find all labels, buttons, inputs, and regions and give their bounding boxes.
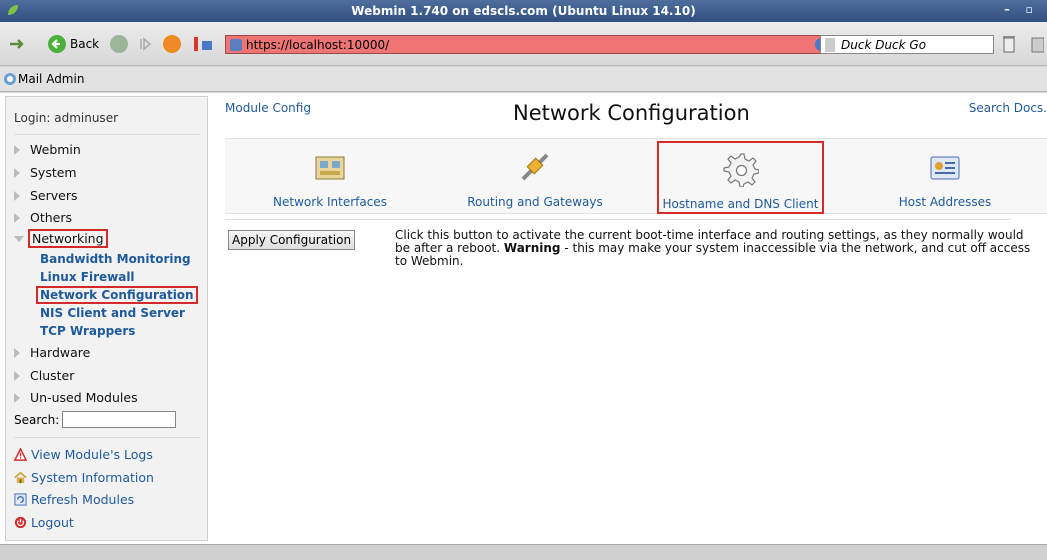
power-icon [14,516,27,529]
action-label: View Module's Logs [31,447,153,462]
sidebar-divider [14,437,200,438]
sidebar-category-unused-modules[interactable]: Un-used Modules [14,390,138,405]
apply-description: Click this button to activate the curren… [395,229,1035,268]
refresh-icon [14,493,27,506]
category-label: Networking [28,229,108,248]
sidebar-item-bandwidth-monitoring[interactable]: Bandwidth Monitoring [40,252,191,266]
search-engine-name: Duck Duck Go [841,37,927,52]
gear-icon [722,153,759,187]
action-label: Refresh Modules [31,492,135,507]
expand-arrow-icon [14,167,20,178]
login-user: Login: adminuser [14,111,119,125]
system-information-link[interactable]: System Information [14,470,154,485]
expand-arrow-icon [14,190,20,201]
module-config-link[interactable]: Module Config [225,101,311,115]
network-card-icon [315,156,345,180]
logout-link[interactable]: Logout [14,515,74,530]
sidebar-item-tcp-wrappers[interactable]: TCP Wrappers [40,324,135,338]
expand-arrow-icon [14,392,20,403]
category-label: Cluster [30,368,75,383]
sidebar-category-webmin[interactable]: Webmin [14,142,81,157]
arrow-right-icon[interactable] [8,34,28,54]
content-divider [225,219,1010,220]
back-label: Back [70,37,100,51]
window-titlebar: Webmin 1.740 on edscls.com (Ubuntu Linux… [0,0,1047,22]
tile-label: Hostname and DNS Client [662,197,819,211]
expand-arrow-icon [14,144,20,155]
expand-arrow-icon [14,370,20,381]
search-engine-icon [825,37,835,52]
bookmark-label: Mail Admin [18,72,85,86]
apply-configuration-button[interactable]: Apply Configuration [228,230,356,250]
forward-arrow-icon [110,35,128,53]
url-text: https://localhost:10000/ [246,37,390,52]
page-content: Login: adminuser Webmin System Servers O… [0,93,1047,544]
action-label: System Information [31,470,154,485]
site-identity-icon [230,38,242,51]
category-label: Un-used Modules [30,390,138,405]
search-docs-link[interactable]: Search Docs. [969,101,1047,115]
sidebar-divider [14,134,200,135]
tile-label: Network Interfaces [273,195,387,209]
sidebar-category-servers[interactable]: Servers [14,188,78,203]
address-card-icon [930,156,960,180]
webmin-sidebar: Login: adminuser Webmin System Servers O… [5,96,208,541]
sidebar-item-nis-client-server[interactable]: NIS Client and Server [40,306,185,320]
tile-network-interfaces[interactable]: Network Interfaces [265,139,395,215]
sidebar-search-input[interactable] [62,411,177,428]
trash-icon[interactable] [1002,34,1016,54]
reload-icon [163,35,181,53]
expand-arrow-icon [14,212,20,223]
browser-statusbar [0,544,1047,560]
bookmark-icon[interactable] [191,34,215,54]
tile-label: Host Addresses [898,195,992,209]
sidebar-category-system[interactable]: System [14,165,77,180]
tile-hostname-dns-client[interactable]: Hostname and DNS Client [657,141,824,214]
category-label: Webmin [30,142,81,157]
window-title: Webmin 1.740 on edscls.com (Ubuntu Linux… [351,4,696,18]
action-label: Logout [31,515,74,530]
refresh-modules-link[interactable]: Refresh Modules [14,492,134,507]
forward-button[interactable] [110,34,128,54]
sidebar-item-linux-firewall[interactable]: Linux Firewall [40,270,135,284]
stop-icon[interactable] [138,34,152,54]
module-icon-panel: Network Interfaces Routing and Gateways … [225,138,1047,214]
category-label: Others [30,210,73,225]
bookmark-mail-admin[interactable]: Mail Admin [3,72,84,86]
window-controls[interactable]: – ▫ [1004,3,1039,16]
browser-toolbar: Back https://localhost:10000/ i Duck Duc… [0,22,1047,66]
page-title: Network Configuration [513,101,750,125]
tile-routing-gateways[interactable]: Routing and Gateways [465,139,605,215]
category-label: Hardware [30,345,91,360]
sidebar-category-others[interactable]: Others [14,210,72,225]
category-label: Servers [30,188,78,203]
tile-label: Routing and Gateways [467,195,603,209]
cable-plug-icon [521,153,549,181]
view-module-logs-link[interactable]: View Module's Logs [14,447,153,462]
expand-arrow-icon [14,347,20,358]
warning-icon [14,448,27,461]
reload-button[interactable] [163,34,181,54]
sidebar-category-hardware[interactable]: Hardware [14,345,90,360]
url-bar[interactable]: https://localhost:10000/ i [225,35,833,54]
description-warning: Warning [503,241,561,255]
back-arrow-icon [48,35,66,53]
collapse-arrow-icon [14,235,24,242]
sidebar-item-network-configuration[interactable]: Network Configuration [36,286,198,304]
main-panel: Module Config Network Configuration Sear… [215,93,1047,544]
search-engine-box[interactable]: Duck Duck Go [820,35,994,54]
sidebar-search: Search: [14,411,177,428]
home-icon [14,471,27,484]
sidebar-category-cluster[interactable]: Cluster [14,368,74,383]
bookmarks-toolbar: Mail Admin [0,67,1047,92]
category-label: System [30,165,77,180]
mail-admin-icon [4,73,16,85]
sidebar-category-networking[interactable]: Networking [14,229,108,248]
tile-host-addresses[interactable]: Host Addresses [885,139,1005,215]
extension-icon[interactable] [1030,34,1044,54]
search-label: Search: [14,412,60,427]
back-button[interactable]: Back [48,34,99,54]
